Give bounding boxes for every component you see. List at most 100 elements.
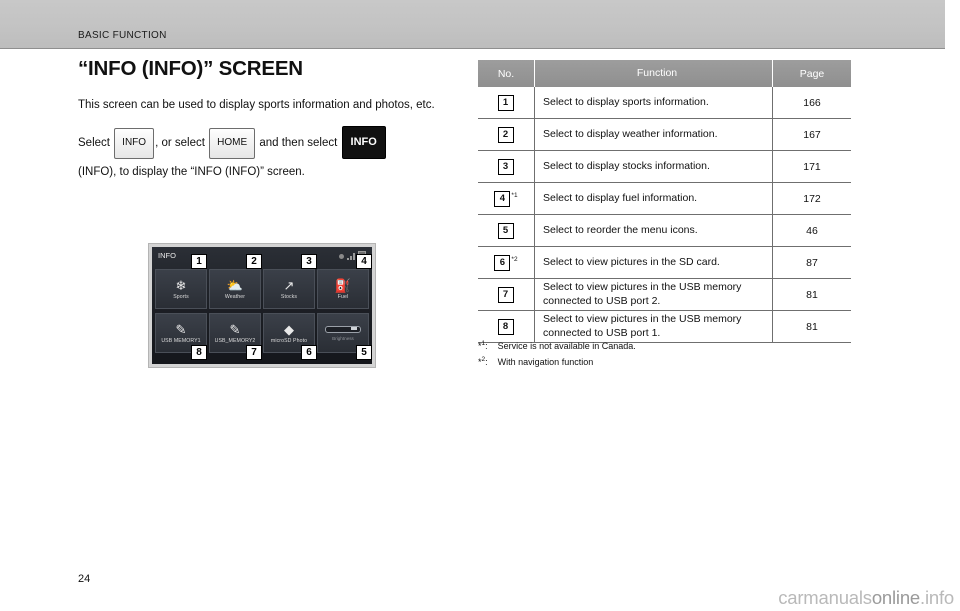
row-number-cell: 7 xyxy=(478,278,535,311)
table-row: 2 Select to display weather information.… xyxy=(478,118,851,151)
row-number-cell: 6 *2 xyxy=(478,246,535,279)
row-function-cell: Select to display weather information. xyxy=(534,118,773,151)
row-page-cell: 167 xyxy=(772,118,851,151)
signal-strength-icon xyxy=(347,252,355,260)
row-number-cell: 8 xyxy=(478,310,535,343)
info-screen-illustration: INFO ❄ Sports ⛅ Weather ↗ Stocks ⛽ Fuel xyxy=(148,243,376,368)
page-number: 24 xyxy=(78,573,91,585)
row-number-cell: 5 xyxy=(478,214,535,247)
row-page-cell: 171 xyxy=(772,150,851,183)
site-watermark: carmanualsonline.info xyxy=(778,587,954,609)
callout-badge-4: 4 xyxy=(356,254,372,269)
instruction-text-4: (INFO), to display the “INFO (INFO)” scr… xyxy=(78,165,305,178)
row-page-cell: 172 xyxy=(772,182,851,215)
row-number-badge: 5 xyxy=(497,222,514,239)
table-row: 3 Select to display stocks information. … xyxy=(478,150,851,183)
table-row: 4 *1 Select to display fuel information. … xyxy=(478,182,851,215)
header-divider xyxy=(0,48,945,49)
tile-sports-label: Sports xyxy=(173,293,189,300)
row-page-cell: 87 xyxy=(772,246,851,279)
row-number-cell: 2 xyxy=(478,118,535,151)
page-title: “INFO (INFO)” SCREEN xyxy=(78,57,303,80)
footnote-1-colon: : xyxy=(485,341,488,351)
brightness-slider-track[interactable] xyxy=(325,325,361,333)
tile-microsd-photo-label: microSD Photo xyxy=(270,337,308,344)
tile-usb-memory2-label: USB_MEMORY2 xyxy=(214,337,256,344)
row-page-cell: 166 xyxy=(772,87,851,119)
home-button-inline[interactable]: HOME xyxy=(209,127,256,159)
row-number-badge: 3 xyxy=(497,158,514,175)
brightness-slider-label: Brightness xyxy=(332,335,354,341)
row-function-cell: Select to view pictures in the USB memor… xyxy=(534,310,773,343)
callout-badge-2: 2 xyxy=(246,254,262,269)
microsd-photo-icon: ◆ xyxy=(284,321,294,337)
footnote-2-colon: : xyxy=(485,357,488,367)
row-page-cell: 46 xyxy=(772,214,851,247)
row-function-cell: Select to reorder the menu icons. xyxy=(534,214,773,247)
footnote-2-text: With navigation function xyxy=(497,357,594,367)
footnote-2: *2: With navigation function xyxy=(478,356,836,367)
row-number-badge: 6 xyxy=(494,254,511,271)
row-number-cell: 1 xyxy=(478,87,535,119)
row-number-badge: 7 xyxy=(497,286,514,303)
left-content-column: “INFO (INFO)” SCREEN This screen can be … xyxy=(78,57,448,197)
tile-fuel[interactable]: ⛽ Fuel xyxy=(317,269,369,309)
row-function-cell: Select to display stocks information. xyxy=(534,150,773,183)
tile-row-bottom: ✎ USB MEMORY1 ✎ USB_MEMORY2 ◆ microSD Ph… xyxy=(155,313,371,353)
footnote-1: *1: Service is not available in Canada. xyxy=(478,340,836,351)
table-row: 7 Select to view pictures in the USB mem… xyxy=(478,278,851,311)
callout-badge-6: 6 xyxy=(301,345,317,360)
table-header-no: No. xyxy=(478,60,535,87)
tile-stocks-label: Stocks xyxy=(280,293,298,300)
row-number-badge: 8 xyxy=(497,318,514,335)
breadcrumb: BASIC FUNCTION xyxy=(78,30,167,41)
fuel-icon: ⛽ xyxy=(334,277,352,293)
row-function-cell: Select to display sports information. xyxy=(534,87,773,119)
tile-weather[interactable]: ⛅ Weather xyxy=(209,269,261,309)
row-number-cell: 4 *1 xyxy=(478,182,535,215)
table-header-row: No. Function Page xyxy=(478,60,851,87)
tile-fuel-label: Fuel xyxy=(337,293,349,300)
stocks-icon: ↗ xyxy=(283,277,295,293)
weather-icon: ⛅ xyxy=(226,277,244,293)
watermark-part-c: .info xyxy=(920,587,954,608)
function-table: No. Function Page 1 Select to display sp… xyxy=(478,60,851,343)
table-row: 6 *2 Select to view pictures in the SD ca… xyxy=(478,246,851,279)
row-number-badge: 4 xyxy=(494,190,511,207)
page-header-bar: BASIC FUNCTION xyxy=(0,0,945,48)
tile-usb-memory1-label: USB MEMORY1 xyxy=(161,337,201,344)
table-header-page: Page xyxy=(772,60,851,87)
brightness-slider-knob[interactable] xyxy=(351,326,357,330)
row-page-cell: 81 xyxy=(772,278,851,311)
function-table-wrapper: No. Function Page 1 Select to display sp… xyxy=(478,60,851,343)
callout-badge-8: 8 xyxy=(191,345,207,360)
info-button-inline[interactable]: INFO xyxy=(114,127,155,159)
instruction-text-2: , or select xyxy=(155,136,205,149)
intro-paragraph: This screen can be used to display sport… xyxy=(78,99,435,111)
instruction-paragraph: Select INFO, or select HOME and then sel… xyxy=(78,125,448,185)
table-row: 1 Select to display sports information. … xyxy=(478,87,851,119)
callout-badge-1: 1 xyxy=(191,254,207,269)
info-button-dark-inline[interactable]: INFO xyxy=(341,125,386,159)
row-function-cell: Select to view pictures in the USB memor… xyxy=(534,278,773,311)
table-row: 5 Select to reorder the menu icons. 46 xyxy=(478,214,851,247)
row-number-badge: 1 xyxy=(497,94,514,111)
callout-badge-5: 5 xyxy=(356,345,372,360)
device-screen-title: INFO xyxy=(158,251,176,260)
instruction-text-3: and then select xyxy=(259,136,338,149)
row-number-badge: 2 xyxy=(497,126,514,143)
tile-weather-label: Weather xyxy=(224,293,246,300)
device-screen: INFO ❄ Sports ⛅ Weather ↗ Stocks ⛽ Fuel xyxy=(152,247,372,364)
row-function-cell: Select to display fuel information. xyxy=(534,182,773,215)
watermark-part-a: carmanuals xyxy=(778,587,872,608)
callout-badge-3: 3 xyxy=(301,254,317,269)
row-page-cell: 81 xyxy=(772,310,851,343)
callout-badge-7: 7 xyxy=(246,345,262,360)
tile-sports[interactable]: ❄ Sports xyxy=(155,269,207,309)
table-row: 8 Select to view pictures in the USB mem… xyxy=(478,310,851,343)
tile-row-top: ❄ Sports ⛅ Weather ↗ Stocks ⛽ Fuel xyxy=(155,269,371,309)
table-header-function: Function xyxy=(534,60,773,87)
row-function-cell: Select to view pictures in the SD card. xyxy=(534,246,773,279)
sports-icon: ❄ xyxy=(175,277,187,293)
tile-stocks[interactable]: ↗ Stocks xyxy=(263,269,315,309)
